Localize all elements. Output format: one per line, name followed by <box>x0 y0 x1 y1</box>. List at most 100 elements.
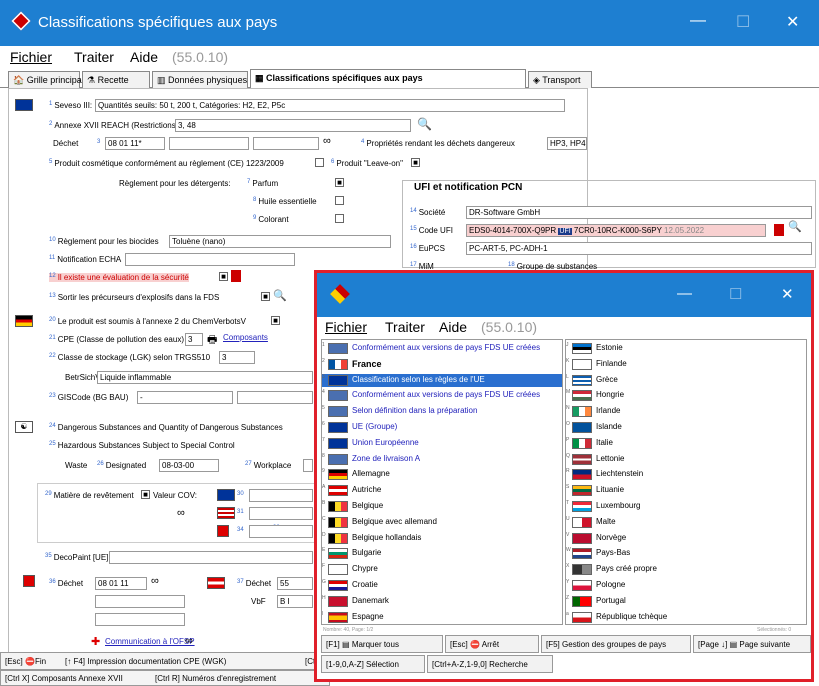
binoculars-icon-2[interactable]: ∞ <box>177 507 185 519</box>
waste-field-2[interactable] <box>169 137 249 150</box>
country-list-item[interactable]: L Grèce <box>566 374 806 387</box>
waste3-field[interactable]: 55 <box>277 577 313 590</box>
essential-oil-checkbox[interactable] <box>335 196 344 205</box>
waste-field-3[interactable] <box>253 137 319 150</box>
leave-on-checkbox[interactable]: ■ <box>411 158 420 167</box>
country-list-item[interactable]: X Pays créé propre <box>566 563 806 576</box>
maximize-button[interactable]: ☐ <box>736 12 750 32</box>
country-list-item[interactable]: 2 France <box>322 357 562 371</box>
country-list-item[interactable]: R Liechtenstein <box>566 468 806 481</box>
country-list-item[interactable]: 4 Conformément aux versions de pays FDS U… <box>322 389 562 402</box>
components-link[interactable]: Composants <box>223 333 268 342</box>
search-icon[interactable]: 🔍 <box>417 117 432 131</box>
cov-field-ch[interactable] <box>249 525 313 538</box>
country-list-item[interactable]: W Pays-Bas <box>566 547 806 560</box>
menu-help[interactable]: Aide <box>130 49 158 65</box>
giscode-field[interactable]: - <box>137 391 233 404</box>
pdf-icon[interactable] <box>231 270 241 282</box>
stop-button[interactable]: [Esc] ⛔ Arrêt <box>445 635 539 653</box>
safety-eval-checkbox[interactable]: ■ <box>219 272 228 281</box>
ufi-code-field[interactable]: EDS0-4014-700X-Q9PR UFI 7CR0-10RC-K000-S… <box>466 224 766 237</box>
biocides-field[interactable]: Toluène (nano) <box>169 235 391 248</box>
seveso-field[interactable]: Quantités seuils: 50 t, 200 t, Catégorie… <box>95 99 565 112</box>
hazard-properties-field[interactable]: HP3, HP4, HP5, HP10, HP13, HP14 <box>547 137 587 150</box>
reach-field[interactable]: 3, 48 <box>175 119 411 132</box>
perfume-checkbox[interactable]: ■ <box>335 178 344 187</box>
country-list-item[interactable]: Y Pologne <box>566 579 806 592</box>
country-list-item[interactable]: C Belgique avec allemand <box>322 516 562 529</box>
mark-all-button[interactable]: [F1] ▤ Marquer tous <box>321 635 443 653</box>
precursors-checkbox[interactable]: ■ <box>261 292 270 301</box>
binoculars-icon-4[interactable]: ∞ <box>185 635 193 647</box>
print-icon[interactable]: 🖶 <box>207 331 217 350</box>
country-list-item[interactable]: 8 Zone de livraison A <box>322 453 562 466</box>
designated-field[interactable]: 08-03-00 <box>159 459 219 472</box>
country-list-item[interactable]: D Belgique hollandais <box>322 532 562 545</box>
country-list-item[interactable]: S Lituanie <box>566 484 806 497</box>
country-list-item[interactable]: 6 UE (Groupe) <box>322 421 562 434</box>
country-list-item[interactable]: 7 Union Européenne <box>322 437 562 450</box>
country-list-item[interactable]: 9 Allemagne <box>322 468 562 481</box>
tab-main-grid[interactable]: 🏠 Grille principale <box>8 71 89 88</box>
end-button[interactable]: [Esc] ⛔Fin <box>5 657 46 666</box>
popup-menu-help[interactable]: Aide <box>439 319 467 335</box>
print-cpe-button[interactable]: [↑ F4] Impression documentation CPE (WGK… <box>65 657 226 666</box>
country-list-item[interactable]: V Norvège <box>566 532 806 545</box>
search-icon-3[interactable]: 🔍 <box>788 220 802 233</box>
country-list-item[interactable]: O Islande <box>566 421 806 434</box>
vbf-field[interactable]: B I <box>277 595 313 608</box>
pdf-icon-2[interactable] <box>774 224 784 236</box>
country-list-item[interactable]: 1 Conformément aux versions de pays FDS U… <box>322 342 562 355</box>
next-page-button[interactable]: [Page ↓] ▤ Page suivante <box>693 635 811 653</box>
selection-button[interactable]: [1-9,0,A-Z] Sélection <box>321 655 425 673</box>
tab-physical-data[interactable]: ▥ Données physiques <box>152 71 248 88</box>
tab-country-classifications[interactable]: ▦ Classifications spécifiques aux pays <box>250 69 526 88</box>
giscode-field-2[interactable] <box>237 391 313 404</box>
lgk-field[interactable]: 3 <box>219 351 255 364</box>
waste2-field-c[interactable] <box>95 613 185 626</box>
country-list-item[interactable]: U Malte <box>566 516 806 529</box>
eupcs-field[interactable]: PC-ART-5, PC-ADH-1 <box>466 242 812 255</box>
popup-menu-file[interactable]: Fichier <box>325 319 367 335</box>
country-list-item[interactable]: H Danemark <box>322 595 562 608</box>
country-list-item[interactable]: K Finlande <box>566 358 806 371</box>
popup-maximize-button[interactable]: ☐ <box>729 285 742 303</box>
coating-checkbox[interactable]: ■ <box>141 490 150 499</box>
country-list-item[interactable]: Z Portugal <box>566 595 806 608</box>
country-list-item[interactable]: Q Lettonie <box>566 453 806 466</box>
ofsp-link[interactable]: Communication à l'OFSP <box>105 637 195 646</box>
country-list-item[interactable]: M Hongrie <box>566 389 806 402</box>
cosmetic-checkbox[interactable] <box>315 158 324 167</box>
popup-close-button[interactable]: ✕ <box>781 285 794 303</box>
waste2-field-b[interactable] <box>95 595 185 608</box>
country-list-item[interactable]: J Estonie <box>566 342 806 355</box>
workplace-field[interactable] <box>303 459 313 472</box>
cov-field-eu[interactable] <box>249 489 313 502</box>
company-field[interactable]: DR-Software GmbH <box>466 206 812 219</box>
country-list-item[interactable]: I Espagne <box>322 611 562 624</box>
echa-field[interactable] <box>125 253 295 266</box>
waste-field[interactable]: 08 01 11* <box>105 137 165 150</box>
popup-minimize-button[interactable]: — <box>677 285 692 302</box>
binoculars-icon[interactable]: ∞ <box>323 135 331 147</box>
country-list-item[interactable]: A Autriche <box>322 484 562 497</box>
search-icon-2[interactable]: 🔍 <box>273 289 287 302</box>
search-button[interactable]: [Ctrl+A-Z,1-9,0] Recherche <box>427 655 553 673</box>
tab-transport[interactable]: ◈ Transport <box>528 71 592 88</box>
tab-recipe[interactable]: ⚗ Recette <box>82 71 150 88</box>
cpe-field[interactable]: 3 <box>185 333 203 346</box>
decopaint-field[interactable] <box>109 551 313 564</box>
close-button[interactable]: ✕ <box>786 12 799 32</box>
registration-numbers-button[interactable]: [Ctrl R] Numéros d'enregistrement <box>155 674 276 683</box>
country-list-item[interactable]: F Chypre <box>322 563 562 576</box>
country-list-item[interactable]: P Italie <box>566 437 806 450</box>
country-list-item[interactable]: a République tchèque <box>566 611 806 624</box>
cov-field-us[interactable] <box>249 507 313 520</box>
country-list-item[interactable]: N Irlande <box>566 405 806 418</box>
waste2-field[interactable]: 08 01 11 <box>95 577 147 590</box>
minimize-button[interactable]: — <box>690 12 706 30</box>
country-list-item[interactable]: T Luxembourg <box>566 500 806 513</box>
menu-process[interactable]: Traiter <box>74 49 114 65</box>
binoculars-icon-3[interactable]: ∞ <box>151 575 159 587</box>
country-list-item[interactable]: 5 Selon définition dans la préparation <box>322 405 562 418</box>
